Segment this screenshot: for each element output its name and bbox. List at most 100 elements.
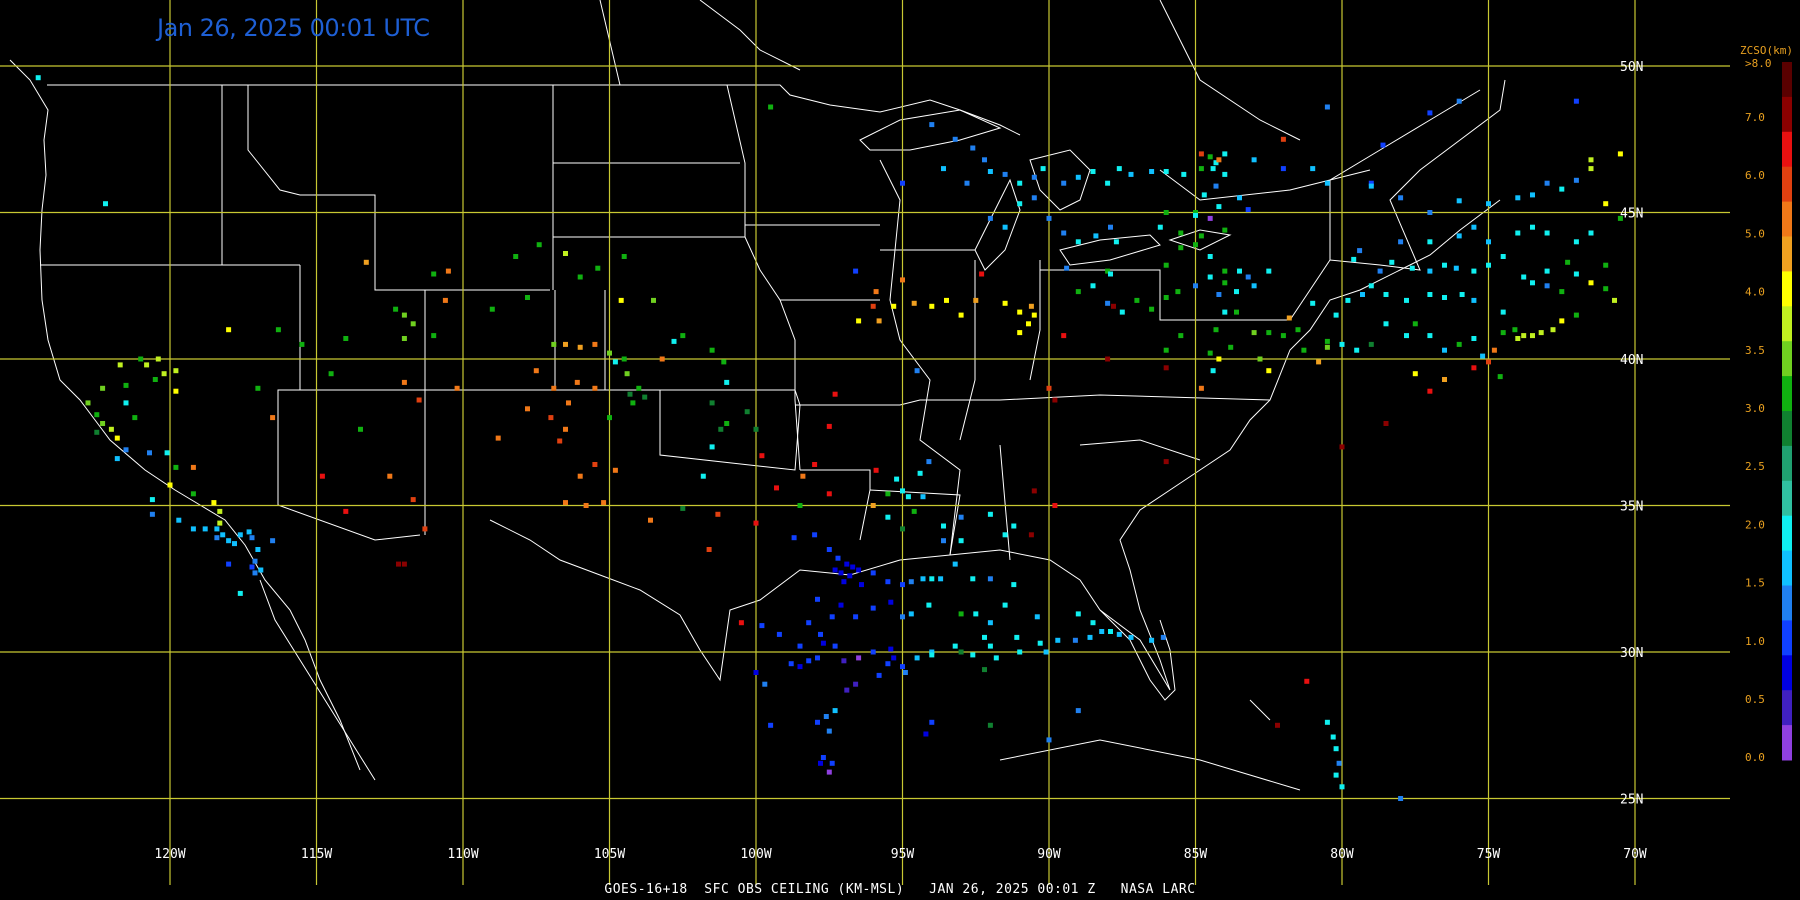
legend-color-swatch: [1782, 515, 1792, 552]
station-marker: [987, 620, 993, 626]
station-marker: [1257, 356, 1263, 362]
station-marker: [1612, 297, 1617, 303]
longitude-label: 105W: [594, 847, 625, 862]
station-marker: [923, 731, 929, 737]
station-marker: [768, 722, 774, 728]
station-marker: [929, 719, 935, 725]
station-marker: [103, 201, 108, 207]
station-marker: [1471, 268, 1477, 274]
legend-tick-label: 7.0: [1745, 111, 1765, 124]
timestamp-title: Jan 26, 2025 00:01 UTC: [157, 14, 430, 42]
station-marker: [958, 312, 964, 318]
station-marker: [788, 661, 794, 667]
station-marker: [1456, 98, 1462, 104]
station-marker: [929, 652, 935, 658]
station-marker: [826, 491, 832, 497]
station-marker: [612, 359, 618, 365]
station-marker: [1061, 230, 1067, 236]
station-marker: [1163, 365, 1169, 371]
station-marker: [217, 520, 223, 526]
station-marker: [217, 508, 223, 514]
station-marker: [870, 503, 876, 508]
station-marker: [1149, 306, 1155, 312]
station-marker: [1398, 796, 1404, 801]
station-marker: [1404, 297, 1409, 303]
station-marker: [401, 379, 407, 385]
station-marker: [1234, 289, 1239, 295]
station-marker: [721, 359, 727, 365]
station-marker: [1603, 201, 1609, 207]
station-marker: [958, 611, 964, 617]
station-marker: [818, 631, 823, 637]
station-marker: [914, 368, 920, 374]
station-marker: [1324, 719, 1330, 725]
station-marker: [1002, 602, 1008, 608]
station-marker: [1456, 198, 1462, 204]
station-marker: [1046, 737, 1052, 743]
legend-color-swatch: [1782, 690, 1792, 726]
station-marker: [970, 145, 976, 151]
station-marker: [1108, 629, 1113, 634]
station-marker: [1087, 634, 1093, 640]
station-marker: [551, 385, 557, 391]
station-marker: [1559, 289, 1565, 295]
station-marker: [583, 503, 589, 508]
station-marker: [595, 265, 601, 271]
station-marker: [853, 268, 859, 274]
station-marker: [873, 467, 879, 473]
station-marker: [987, 511, 993, 517]
station-marker: [1222, 309, 1228, 315]
station-marker: [938, 576, 944, 582]
station-marker: [1149, 169, 1155, 174]
station-marker: [237, 590, 243, 596]
station-marker: [1345, 297, 1351, 303]
legend-color-swatch: [1782, 236, 1792, 272]
station-marker: [1286, 315, 1292, 321]
station-marker: [1213, 183, 1219, 189]
station-marker: [1427, 388, 1433, 394]
station-marker: [445, 268, 451, 274]
station-marker: [920, 576, 926, 582]
station-marker: [152, 377, 158, 382]
station-marker: [680, 333, 686, 339]
station-marker: [226, 327, 232, 333]
station-marker: [422, 526, 428, 532]
station-marker: [853, 681, 859, 687]
station-marker: [1544, 268, 1550, 274]
station-marker: [856, 318, 862, 324]
station-marker: [1245, 274, 1251, 280]
station-marker: [642, 394, 648, 400]
station-marker: [149, 511, 155, 517]
satellite-observation-map: 120W 115W 110W 105W 100W 95W 90W 85W 80W 75W 70W 50…: [0, 0, 1800, 900]
station-marker: [1442, 377, 1447, 382]
station-marker: [100, 421, 106, 426]
station-marker: [1160, 634, 1166, 640]
station-marker: [410, 497, 416, 503]
station-marker: [870, 649, 876, 655]
station-marker: [1163, 295, 1169, 300]
station-marker: [856, 567, 862, 573]
station-marker: [1354, 347, 1360, 353]
station-marker: [826, 769, 832, 775]
station-marker: [885, 491, 891, 497]
station-marker: [1031, 488, 1037, 494]
station-marker: [1201, 192, 1207, 198]
latitude-label: 40N: [1620, 353, 1643, 368]
legend-color-swatch: [1782, 306, 1792, 342]
station-marker: [1090, 283, 1096, 289]
station-marker: [1128, 171, 1134, 177]
station-marker: [1193, 283, 1198, 289]
station-marker: [1398, 195, 1404, 201]
station-marker: [1002, 224, 1008, 230]
station-marker: [1280, 166, 1286, 172]
station-marker: [1588, 166, 1594, 172]
station-marker: [1064, 265, 1070, 271]
station-marker: [1237, 195, 1242, 201]
station-marker: [815, 655, 820, 661]
station-marker: [1351, 256, 1357, 262]
station-marker: [123, 400, 129, 406]
station-marker: [964, 180, 970, 186]
station-marker: [870, 303, 876, 309]
station-marker: [987, 643, 993, 649]
station-marker: [612, 467, 618, 473]
